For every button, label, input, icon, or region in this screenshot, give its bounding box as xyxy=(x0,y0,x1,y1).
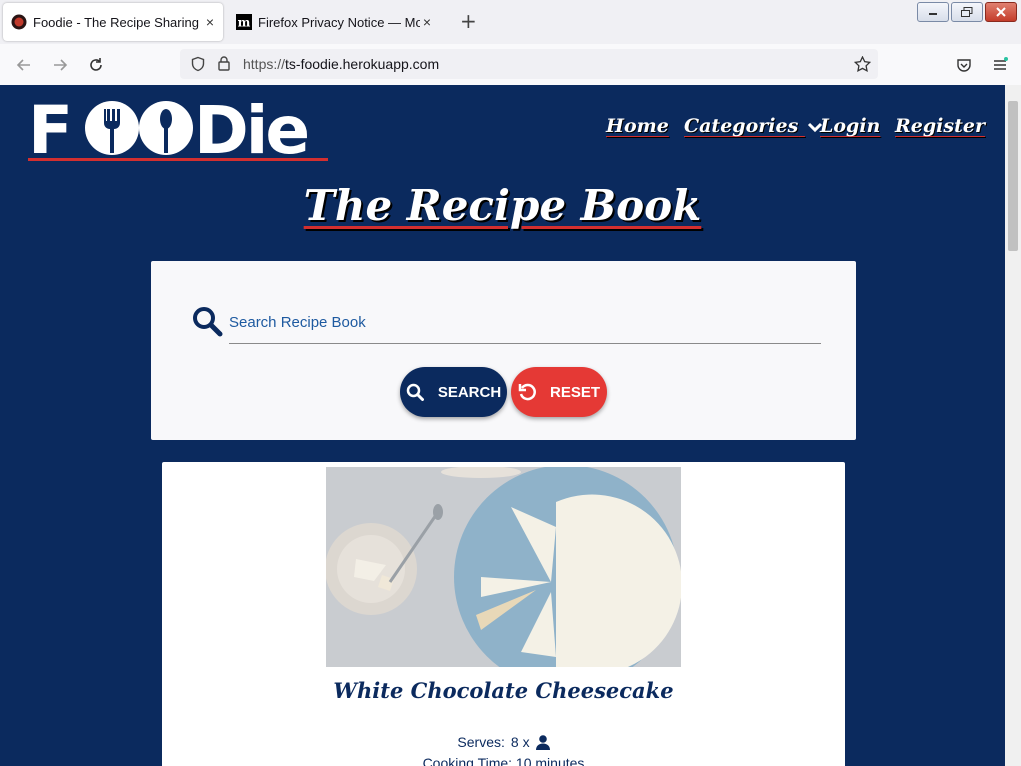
url-text: https://ts-foodie.herokuapp.com xyxy=(243,56,439,72)
bookmark-star-icon[interactable] xyxy=(854,56,871,72)
lock-icon[interactable] xyxy=(217,55,231,71)
svg-text:F: F xyxy=(28,92,70,163)
minimize-button[interactable] xyxy=(917,2,949,22)
nav-categories[interactable]: Categories xyxy=(684,115,823,137)
recipe-title[interactable]: White Chocolate Cheesecake xyxy=(162,678,845,703)
foodie-logo-icon: F Die xyxy=(28,92,328,169)
recipe-cooking-time: Cooking Time: 10 minutes xyxy=(422,755,585,766)
nav-categories-label: Categories xyxy=(684,115,799,137)
shield-icon[interactable] xyxy=(190,56,206,72)
undo-icon xyxy=(518,383,536,401)
nav-login[interactable]: Login xyxy=(820,115,880,137)
url-host: ts-foodie.herokuapp.com xyxy=(285,56,440,72)
reload-button[interactable] xyxy=(85,54,107,76)
reload-icon xyxy=(90,58,102,71)
nav-register[interactable]: Register xyxy=(895,115,985,137)
browser-tab-bar: Foodie - The Recipe Sharing Site × m Fir… xyxy=(0,0,1021,44)
close-window-button[interactable] xyxy=(985,2,1017,22)
tab-close-icon[interactable]: × xyxy=(420,14,434,30)
page-content: F Die Home Categories Login Register The… xyxy=(0,85,1005,766)
site-logo[interactable]: F Die xyxy=(28,91,328,169)
forward-arrow-icon xyxy=(54,59,68,71)
page-title: The Recipe Book xyxy=(0,181,1005,230)
page-scrollbar[interactable] xyxy=(1005,85,1021,766)
tab-title: Firefox Privacy Notice — Mozilla xyxy=(258,14,420,30)
page-title-text: The Recipe Book xyxy=(303,181,702,230)
new-tab-button[interactable]: + xyxy=(460,10,477,32)
svg-text:m: m xyxy=(238,16,251,30)
mozilla-favicon-icon: m xyxy=(236,14,252,30)
restore-icon xyxy=(961,7,973,17)
search-icon xyxy=(406,383,424,401)
tab-foodie[interactable]: Foodie - The Recipe Sharing Site × xyxy=(3,3,223,41)
restore-button[interactable] xyxy=(951,2,983,22)
nav-home[interactable]: Home xyxy=(606,115,669,137)
minimize-icon xyxy=(929,13,937,15)
scrollbar-thumb[interactable] xyxy=(1008,101,1018,251)
forward-button[interactable] xyxy=(49,54,71,76)
search-card: Search Recipe Book SEARCH RESET xyxy=(151,261,856,440)
svg-text:Die: Die xyxy=(194,92,307,163)
search-button-label: SEARCH xyxy=(437,383,502,401)
pocket-button[interactable] xyxy=(953,54,975,76)
pocket-icon xyxy=(957,59,971,72)
window-controls xyxy=(917,2,1017,22)
back-button[interactable] xyxy=(13,54,35,76)
serves-label: Serves: xyxy=(457,734,505,750)
recipe-card[interactable]: White Chocolate Cheesecake Serves: 8 x C… xyxy=(162,462,845,766)
recipe-serves: Serves: 8 x xyxy=(162,734,845,750)
url-scheme: https:// xyxy=(243,56,286,72)
close-icon xyxy=(996,7,1006,17)
search-placeholder: Search Recipe Book xyxy=(229,314,366,331)
tab-close-icon[interactable]: × xyxy=(203,14,217,30)
url-bar[interactable]: https://ts-foodie.herokuapp.com xyxy=(180,49,878,79)
reset-button-label: RESET xyxy=(549,383,600,401)
user-icon xyxy=(535,734,550,750)
recipe-image[interactable] xyxy=(326,467,681,667)
tab-firefox-privacy[interactable]: m Firefox Privacy Notice — Mozilla × xyxy=(228,3,440,41)
foodie-favicon-icon xyxy=(11,14,27,30)
reset-button[interactable]: RESET xyxy=(511,367,607,417)
app-menu-button[interactable] xyxy=(989,54,1011,76)
hamburger-menu-icon xyxy=(994,57,1008,70)
serves-value: 8 x xyxy=(510,734,530,750)
search-icon xyxy=(193,307,223,337)
browser-nav-bar: https://ts-foodie.herokuapp.com xyxy=(0,44,1021,86)
back-arrow-icon xyxy=(16,59,30,71)
tab-title: Foodie - The Recipe Sharing Site xyxy=(33,14,203,30)
search-button[interactable]: SEARCH xyxy=(400,367,507,417)
